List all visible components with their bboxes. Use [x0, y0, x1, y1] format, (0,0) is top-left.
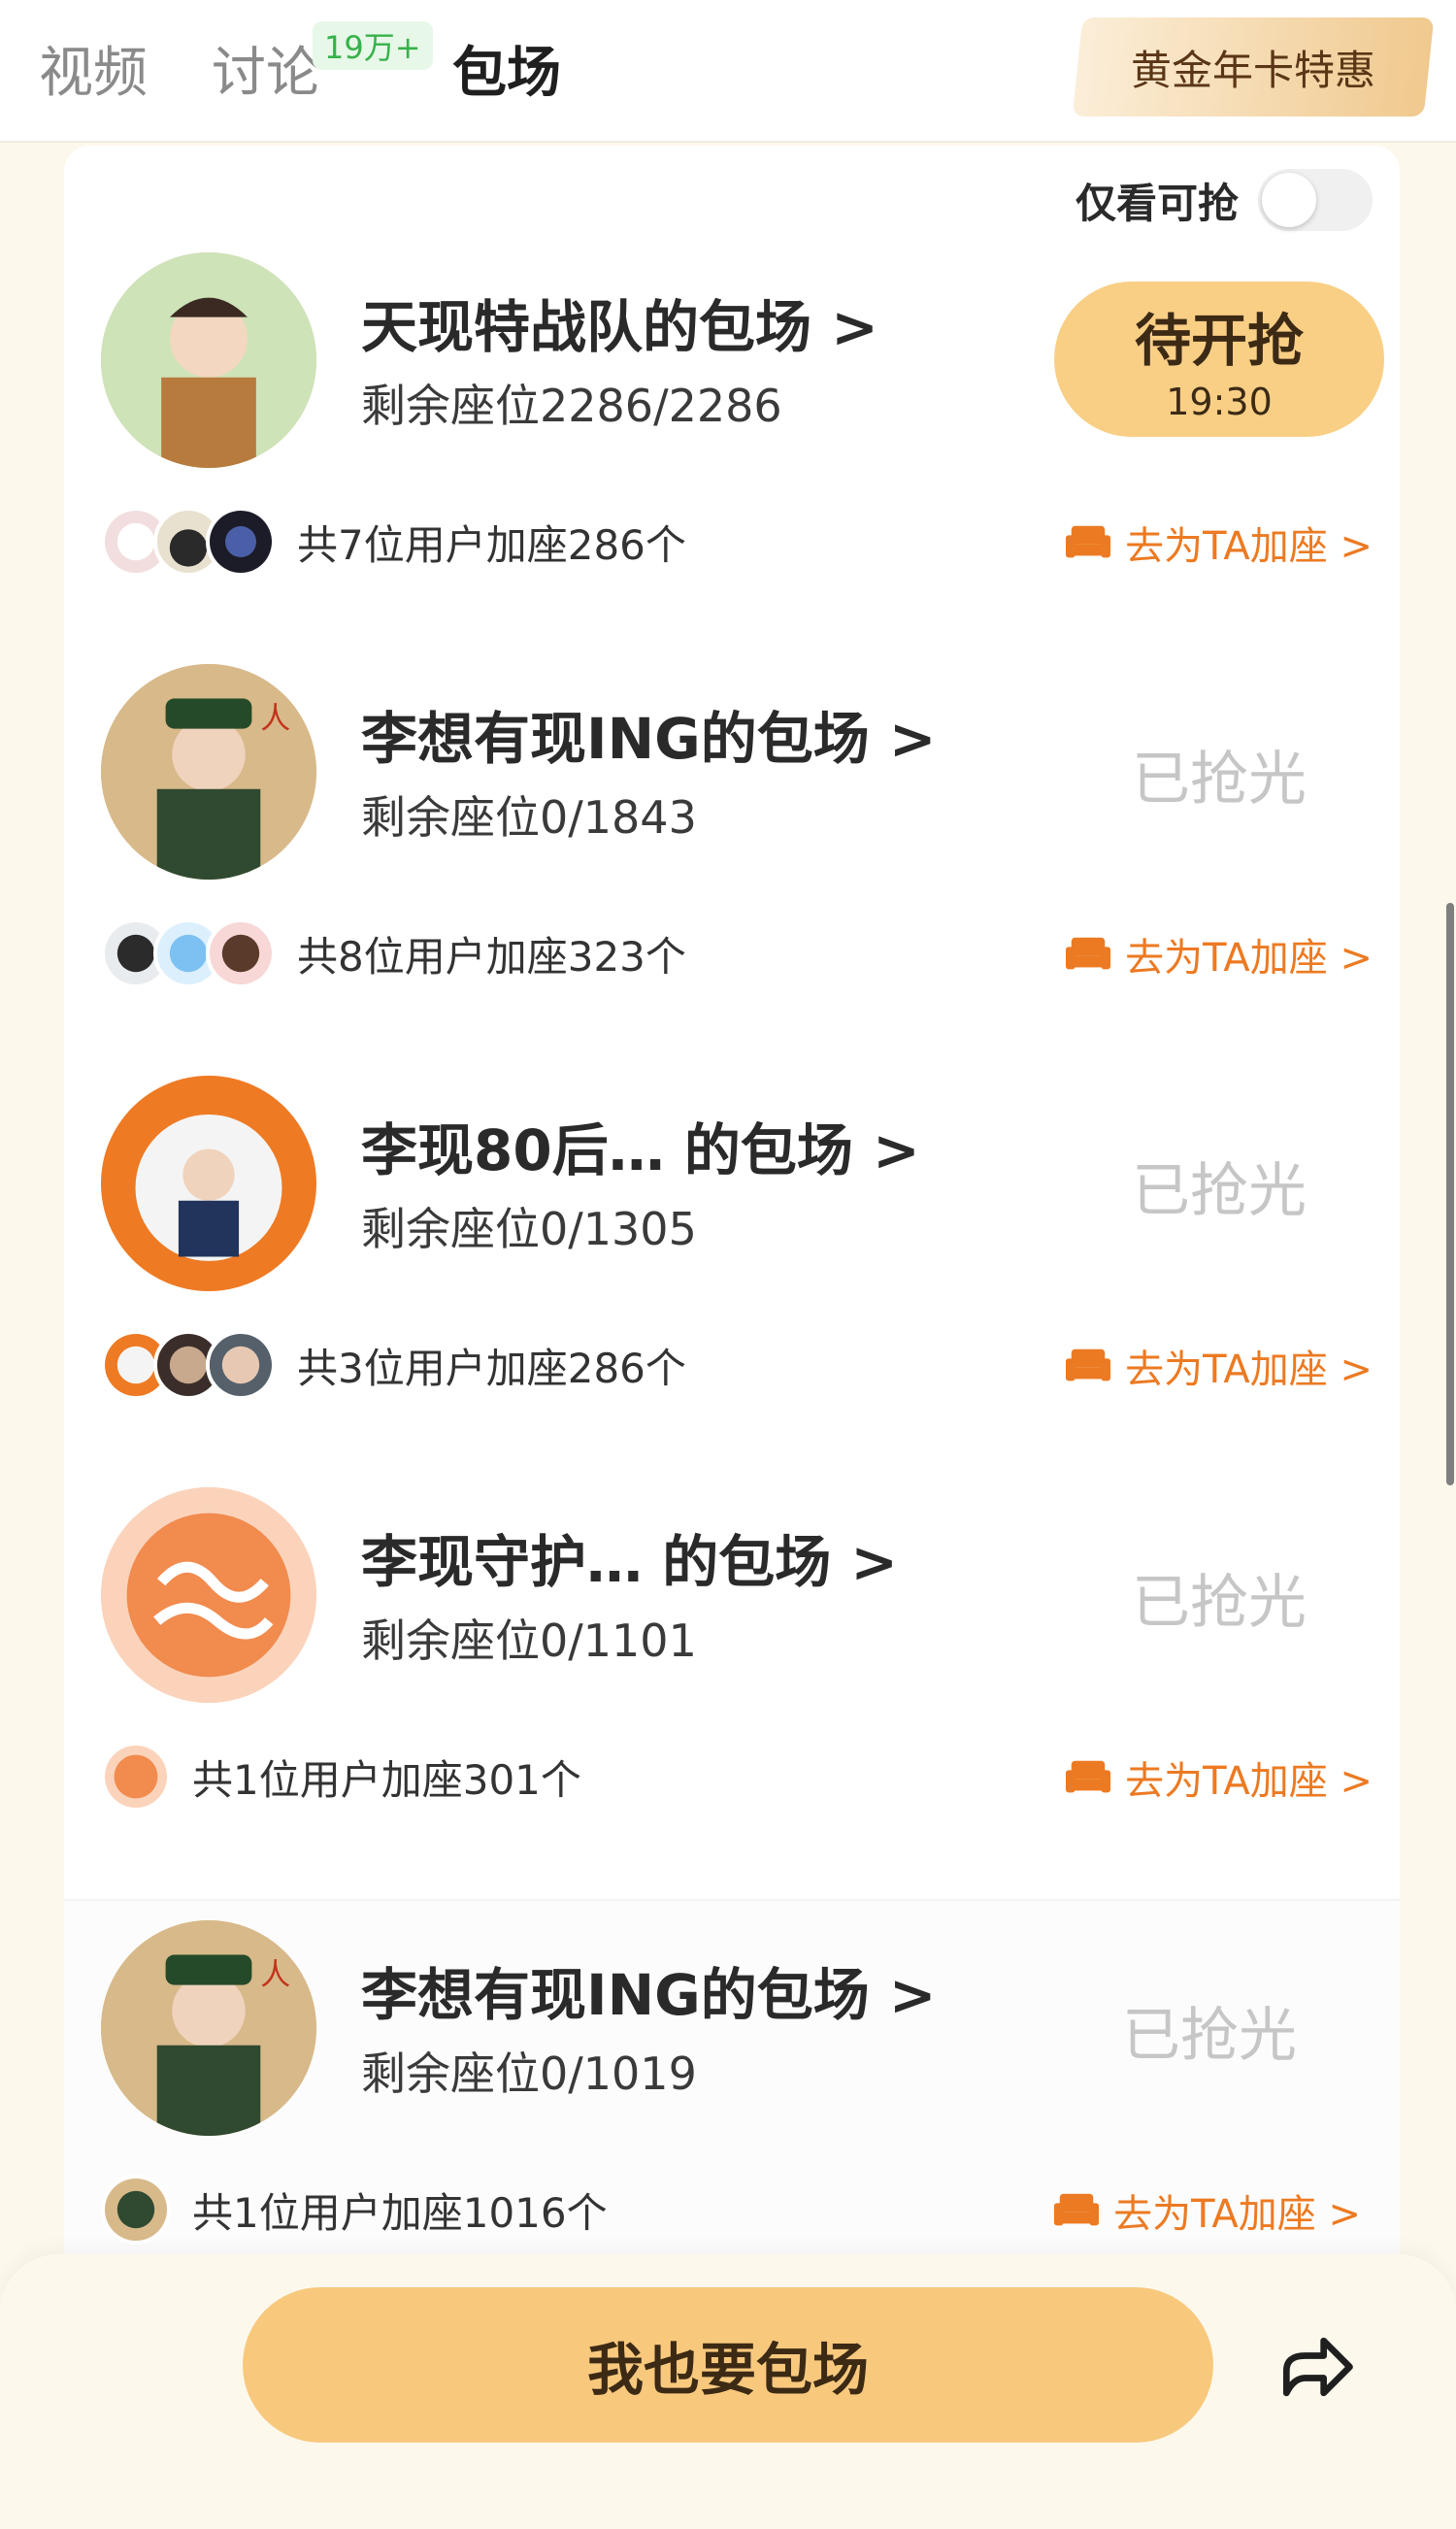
sold-out-label: 已抢光	[1122, 2002, 1297, 2070]
supporters-count: 共7位用户加座286个	[297, 520, 686, 569]
sofa-icon	[1054, 2193, 1100, 2226]
user-avatar	[206, 507, 276, 577]
status-time: 19:30	[1166, 381, 1273, 423]
add-seat-label: 去为TA加座 >	[1113, 2192, 1361, 2237]
add-seat-label: 去为TA加座 >	[1125, 524, 1373, 569]
user-avatar	[101, 1742, 171, 1812]
sold-out-label: 已抢光	[1132, 746, 1307, 814]
sofa-icon	[1066, 1348, 1111, 1381]
filter-label: 仅看可抢	[1075, 179, 1239, 227]
boxing-list-card: 仅看可抢 天现特战队的包场 > 剩余座位2286/2286 待开抢 19:30 …	[64, 146, 1400, 2313]
add-seat-label: 去为TA加座 >	[1125, 1348, 1373, 1392]
share-icon[interactable]	[1272, 2322, 1361, 2412]
item-seats: 剩余座位2286/2286	[361, 380, 782, 432]
list-item[interactable]: 李现守护… 的包场 > 剩余座位0/1101 已抢光 共1位用户加座301个 去…	[64, 1487, 1400, 1899]
bottom-action-bar: 我也要包场	[0, 2254, 1456, 2529]
sofa-icon	[1066, 1760, 1111, 1793]
host-avatar[interactable]	[101, 1076, 316, 1291]
supporters-count: 共1位用户加座1016个	[192, 2188, 608, 2237]
sold-out-label: 已抢光	[1132, 1157, 1307, 1225]
sofa-icon	[1066, 937, 1111, 970]
gold-card-promo-button[interactable]: 黄金年卡特惠	[1072, 17, 1435, 116]
add-seat-link[interactable]: 去为TA加座 >	[1063, 515, 1373, 571]
user-avatar	[206, 918, 276, 988]
list-item[interactable]: 人 李想有现ING的包场 > 剩余座位0/1843 已抢光 共8位用户加座323…	[64, 664, 1400, 1076]
item-seats: 剩余座位0/1305	[361, 1203, 697, 1255]
tab-boxing[interactable]: 包场	[452, 29, 561, 108]
user-avatar	[101, 2175, 171, 2245]
host-avatar[interactable]	[101, 1487, 316, 1703]
add-seat-label: 去为TA加座 >	[1125, 936, 1373, 981]
tab-video[interactable]: 视频	[39, 29, 148, 108]
sofa-icon	[1066, 525, 1111, 558]
add-seat-link[interactable]: 去为TA加座 >	[1063, 1338, 1373, 1394]
supporters-count: 共8位用户加座323个	[297, 932, 686, 981]
item-title[interactable]: 李想有现ING的包场 >	[361, 1949, 937, 2031]
scrollbar[interactable]	[1446, 903, 1454, 1485]
discuss-count-badge: 19万+	[313, 21, 433, 70]
supporters-count: 共3位用户加座286个	[297, 1344, 686, 1392]
available-filter: 仅看可抢	[1075, 169, 1373, 231]
list-item[interactable]: 人 李想有现ING的包场 > 剩余座位0/1019 已抢光 共1位用户加座101…	[64, 1899, 1400, 2313]
item-seats: 剩余座位0/1101	[361, 1614, 697, 1667]
item-title[interactable]: 天现特战队的包场 >	[361, 282, 878, 363]
svg-text:人: 人	[260, 1958, 290, 1993]
list-item[interactable]: 天现特战队的包场 > 剩余座位2286/2286 待开抢 19:30 共7位用户…	[64, 252, 1400, 664]
supporters-row: 共8位用户加座323个	[101, 915, 686, 992]
status-label: 待开抢	[1134, 308, 1304, 374]
sold-out-label: 已抢光	[1132, 1569, 1307, 1637]
add-seat-link[interactable]: 去为TA加座 >	[1063, 1749, 1373, 1806]
host-avatar[interactable]: 人	[101, 1920, 316, 2136]
add-seat-label: 去为TA加座 >	[1125, 1759, 1373, 1804]
supporters-row: 共1位用户加座1016个	[101, 2171, 608, 2248]
supporters-count: 共1位用户加座301个	[192, 1755, 581, 1804]
pending-grab-button[interactable]: 待开抢 19:30	[1054, 282, 1384, 437]
host-avatar[interactable]: 人	[101, 664, 316, 880]
user-avatar	[206, 1330, 276, 1400]
host-avatar[interactable]	[101, 252, 316, 468]
item-title[interactable]: 李现80后… 的包场 >	[361, 1105, 920, 1186]
supporters-row: 共3位用户加座286个	[101, 1326, 686, 1404]
item-seats: 剩余座位0/1843	[361, 791, 697, 844]
available-only-toggle[interactable]	[1258, 169, 1373, 231]
item-title[interactable]: 李现守护… 的包场 >	[361, 1516, 898, 1598]
list-item[interactable]: 李现80后… 的包场 > 剩余座位0/1305 已抢光 共3位用户加座286个 …	[64, 1076, 1400, 1487]
create-boxing-button[interactable]: 我也要包场	[243, 2287, 1213, 2443]
add-seat-link[interactable]: 去为TA加座 >	[1063, 926, 1373, 982]
add-seat-link[interactable]: 去为TA加座 >	[1051, 2182, 1361, 2239]
top-nav: 视频 讨论 19万+ 包场 黄金年卡特惠	[0, 0, 1456, 143]
svg-text:人: 人	[260, 702, 290, 737]
toggle-knob	[1262, 173, 1316, 227]
item-seats: 剩余座位0/1019	[361, 2047, 697, 2100]
promo-label: 黄金年卡特惠	[1130, 46, 1375, 94]
supporters-row: 共1位用户加座301个	[101, 1738, 581, 1815]
tab-discuss[interactable]: 讨论	[212, 29, 320, 108]
item-title[interactable]: 李想有现ING的包场 >	[361, 693, 937, 775]
supporters-row: 共7位用户加座286个	[101, 503, 686, 581]
